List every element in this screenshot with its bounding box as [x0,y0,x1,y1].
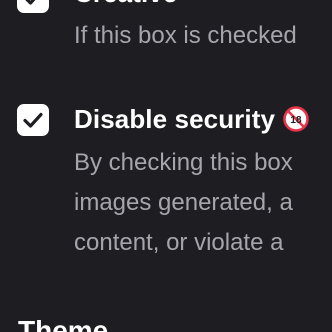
creative-checkbox[interactable] [17,0,49,13]
creative-option-title: Creative [74,0,177,9]
disable-security-checkbox[interactable] [17,104,49,136]
theme-section-heading: Theme [18,315,109,332]
disable-security-description-line-3: content, or violate a [74,229,284,256]
badge-text: 18 [290,115,302,126]
disable-security-option-title: Disable security [74,104,276,134]
disable-security-description-line-2: images generated, a [74,189,293,216]
disable-security-option-title-row: Disable security 18 [74,104,309,135]
checkmark-icon [25,0,36,5]
checkmark-icon [23,112,43,128]
settings-panel: Creative If this box is checked Disable … [0,0,332,332]
creative-option-description: If this box is checked [74,22,297,49]
no-one-under-18-icon: 18 [283,106,309,132]
disable-security-description-line-1: By checking this box [74,149,293,176]
